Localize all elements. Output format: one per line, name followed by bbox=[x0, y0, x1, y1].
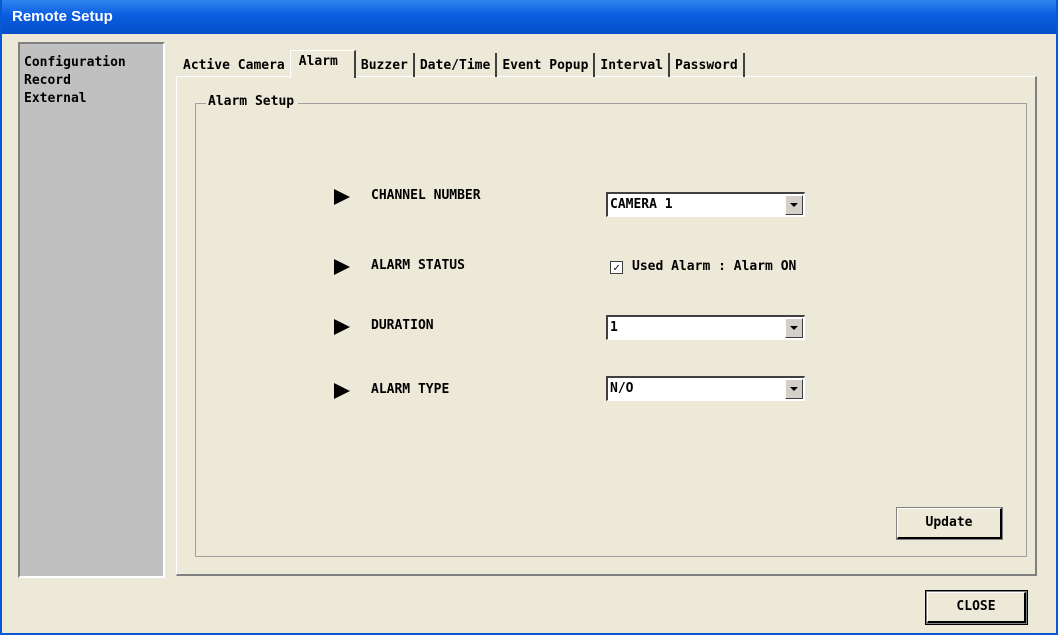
tab-interval[interactable]: Interval bbox=[595, 53, 671, 77]
chevron-down-icon[interactable] bbox=[785, 195, 803, 215]
tab-password[interactable]: Password bbox=[670, 53, 745, 77]
alarm-status-label: ALARM STATUS bbox=[371, 258, 465, 273]
sidebar-item-record[interactable]: Record bbox=[20, 72, 163, 90]
duration-label: DURATION bbox=[371, 318, 434, 333]
alarm-setup-title: Alarm Setup bbox=[206, 94, 299, 109]
sidebar-item-external[interactable]: External bbox=[20, 90, 163, 108]
alarm-type-label: ALARM TYPE bbox=[371, 382, 450, 397]
alarm-status-arrow-icon bbox=[334, 259, 350, 275]
tab-event-popup[interactable]: Event Popup bbox=[497, 53, 596, 77]
alarm-type-arrow-icon bbox=[334, 383, 350, 399]
update-button[interactable]: Update bbox=[897, 508, 1002, 539]
sidebar-item-configuration[interactable]: Configuration bbox=[20, 54, 163, 72]
channel-number-label: CHANNEL NUMBER bbox=[371, 188, 481, 203]
tab-active-camera[interactable]: Active Camera bbox=[178, 53, 290, 77]
channel-number-select[interactable]: CAMERA 1 bbox=[606, 192, 805, 217]
alarm-type-select[interactable]: N/O bbox=[606, 376, 805, 401]
tab-strip: Active Camera Alarm Buzzer Date/Time Eve… bbox=[178, 50, 745, 78]
title-bar[interactable]: Remote Setup bbox=[2, 0, 1056, 34]
channel-number-arrow-icon bbox=[334, 189, 350, 205]
duration-arrow-icon bbox=[334, 319, 350, 335]
used-alarm-checkbox-label[interactable]: Used Alarm : Alarm ON bbox=[632, 259, 796, 274]
tab-date-time[interactable]: Date/Time bbox=[415, 53, 498, 77]
alarm-type-value: N/O bbox=[610, 381, 634, 396]
chevron-down-icon[interactable] bbox=[785, 379, 803, 399]
tab-alarm[interactable]: Alarm bbox=[289, 50, 356, 78]
tab-buzzer[interactable]: Buzzer bbox=[356, 53, 415, 77]
close-button[interactable]: CLOSE bbox=[925, 590, 1028, 625]
chevron-down-icon[interactable] bbox=[785, 318, 803, 338]
channel-number-value: CAMERA 1 bbox=[610, 197, 673, 212]
used-alarm-checkbox[interactable]: ✓ bbox=[610, 261, 623, 274]
sidebar: Configuration Record External bbox=[18, 42, 165, 578]
window-title: Remote Setup bbox=[12, 8, 113, 25]
duration-value: 1 bbox=[610, 320, 618, 335]
duration-select[interactable]: 1 bbox=[606, 315, 805, 340]
remote-setup-window: Remote Setup Configuration Record Extern… bbox=[0, 0, 1058, 635]
